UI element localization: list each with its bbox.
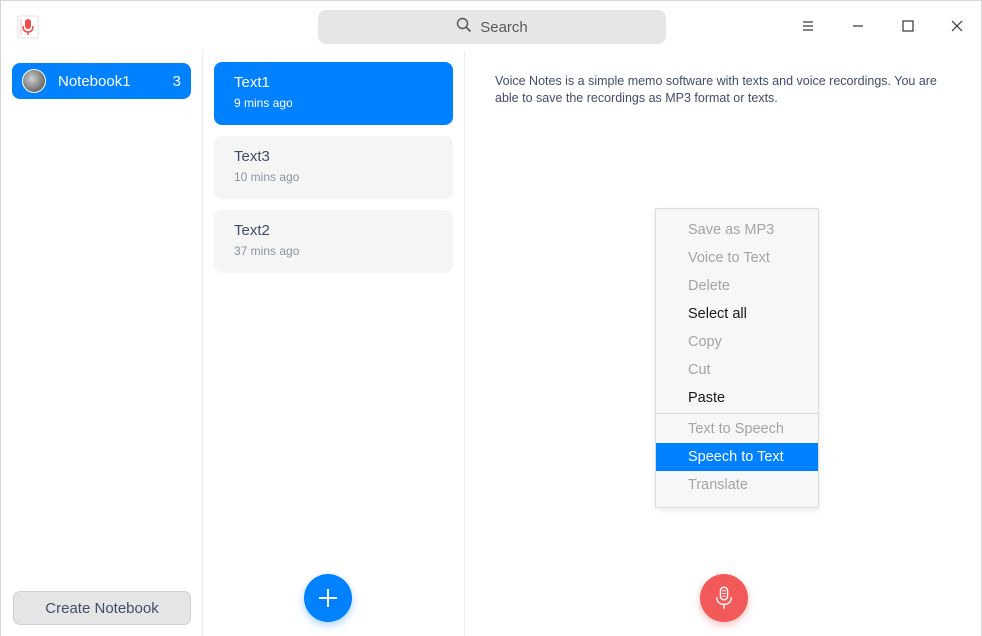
- menu-item-translate[interactable]: Translate: [656, 471, 818, 499]
- plus-icon: [319, 589, 337, 607]
- menu-item-copy[interactable]: Copy: [656, 328, 818, 356]
- note-content[interactable]: Voice Notes is a simple memo software wi…: [495, 73, 955, 107]
- menu-item-text-to-speech[interactable]: Text to Speech: [656, 415, 818, 443]
- search-input[interactable]: Search: [318, 10, 666, 44]
- note-time: 10 mins ago: [234, 170, 300, 184]
- menu-item-select-all[interactable]: Select all: [656, 300, 818, 328]
- hamburger-menu-icon[interactable]: [793, 11, 823, 41]
- app-window: Search Notebook1 3 Create Notebook Text1…: [0, 0, 982, 636]
- menu-item-delete[interactable]: Delete: [656, 272, 818, 300]
- search-icon: [456, 17, 472, 37]
- note-title: Text2: [234, 222, 270, 239]
- note-time: 9 mins ago: [234, 96, 293, 110]
- notebook-name: Notebook1: [58, 72, 131, 90]
- close-icon[interactable]: [942, 11, 972, 41]
- minimize-icon[interactable]: [843, 11, 873, 41]
- title-bar: Search: [1, 1, 981, 51]
- menu-item-voice-to-text[interactable]: Voice to Text: [656, 244, 818, 272]
- search-placeholder: Search: [480, 18, 528, 36]
- microphone-app-icon: [17, 15, 39, 39]
- notebook-sidebar: Notebook1 3 Create Notebook: [1, 51, 203, 636]
- notebook-item[interactable]: Notebook1 3: [12, 63, 191, 99]
- menu-separator: [656, 413, 818, 414]
- menu-item-speech-to-text[interactable]: Speech to Text: [656, 443, 818, 471]
- menu-item-save-as-mp3[interactable]: Save as MP3: [656, 216, 818, 244]
- note-time: 37 mins ago: [234, 244, 300, 258]
- note-item[interactable]: Text1 9 mins ago: [214, 62, 453, 125]
- note-title: Text1: [234, 74, 270, 91]
- note-title: Text3: [234, 148, 270, 165]
- context-menu: Save as MP3 Voice to Text Delete Select …: [655, 208, 819, 508]
- menu-item-cut[interactable]: Cut: [656, 356, 818, 384]
- note-item[interactable]: Text2 37 mins ago: [214, 210, 453, 273]
- note-item[interactable]: Text3 10 mins ago: [214, 136, 453, 199]
- add-note-button[interactable]: [304, 574, 352, 622]
- note-list: Text1 9 mins ago Text3 10 mins ago Text2…: [203, 51, 465, 636]
- maximize-icon[interactable]: [893, 11, 923, 41]
- menu-item-paste[interactable]: Paste: [656, 384, 818, 412]
- notebook-avatar-icon: [22, 69, 46, 93]
- microphone-icon: [716, 586, 732, 609]
- record-button[interactable]: [700, 574, 748, 622]
- create-notebook-button[interactable]: Create Notebook: [13, 591, 191, 625]
- notebook-count: 3: [172, 72, 181, 90]
